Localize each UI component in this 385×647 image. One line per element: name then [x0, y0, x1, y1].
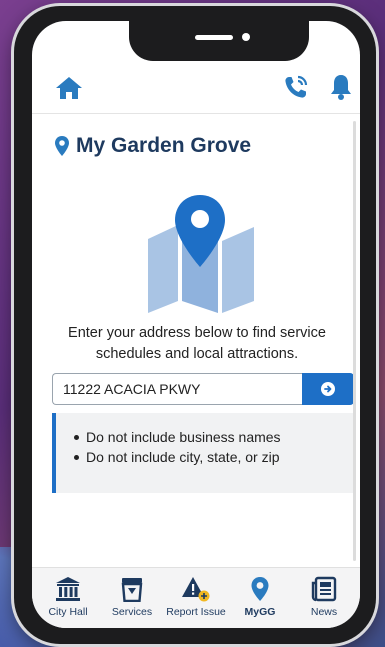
- top-bar: [32, 63, 360, 113]
- header-divider: [32, 113, 360, 114]
- app-screen: My Garden Grove Enter your address below…: [32, 21, 360, 628]
- city-hall-icon: [56, 577, 80, 601]
- bullet-icon: [74, 454, 79, 460]
- tip-item: Do not include city, state, or zip: [74, 447, 354, 467]
- address-search-row: [52, 373, 354, 405]
- bell-icon[interactable]: [328, 73, 354, 101]
- scrollbar[interactable]: [353, 121, 356, 561]
- arrow-right-circle-icon: [321, 382, 335, 396]
- nav-label: MyGG: [244, 606, 276, 618]
- camera-icon: [242, 33, 250, 41]
- nav-services[interactable]: Services: [100, 576, 164, 628]
- tip-item: Do not include business names: [74, 427, 354, 447]
- warning-plus-icon: [182, 577, 210, 602]
- phone-frame: My Garden Grove Enter your address below…: [14, 6, 376, 644]
- phone-notch: [129, 21, 309, 61]
- home-icon[interactable]: [54, 75, 84, 101]
- address-submit-button[interactable]: [302, 373, 354, 405]
- page-title-text: My Garden Grove: [76, 134, 252, 157]
- trash-can-icon: [121, 578, 143, 602]
- intro-text: Enter your address below to find service…: [68, 325, 326, 362]
- location-pin-icon: [55, 136, 69, 156]
- nav-news[interactable]: News: [292, 576, 356, 628]
- bottom-nav: City Hall Services Report Issue MyGG New…: [32, 567, 360, 628]
- newspaper-icon: [311, 576, 337, 602]
- page-title: My Garden Grove: [54, 131, 251, 161]
- nav-label: News: [310, 606, 338, 618]
- nav-city-hall[interactable]: City Hall: [36, 576, 100, 628]
- bullet-icon: [74, 434, 79, 440]
- nav-label: City Hall: [48, 606, 88, 618]
- address-input[interactable]: [52, 373, 302, 405]
- location-pin-icon: [251, 577, 269, 601]
- nav-label: Services: [111, 606, 153, 618]
- address-tips: Do not include business names Do not inc…: [52, 413, 354, 493]
- nav-report-issue[interactable]: Report Issue: [164, 576, 228, 628]
- phone-ringing-icon[interactable]: [282, 73, 310, 101]
- map-pin-icon: [148, 195, 254, 313]
- speaker-icon: [195, 35, 233, 40]
- nav-mygg[interactable]: MyGG: [228, 576, 292, 628]
- nav-label: Report Issue: [166, 606, 226, 618]
